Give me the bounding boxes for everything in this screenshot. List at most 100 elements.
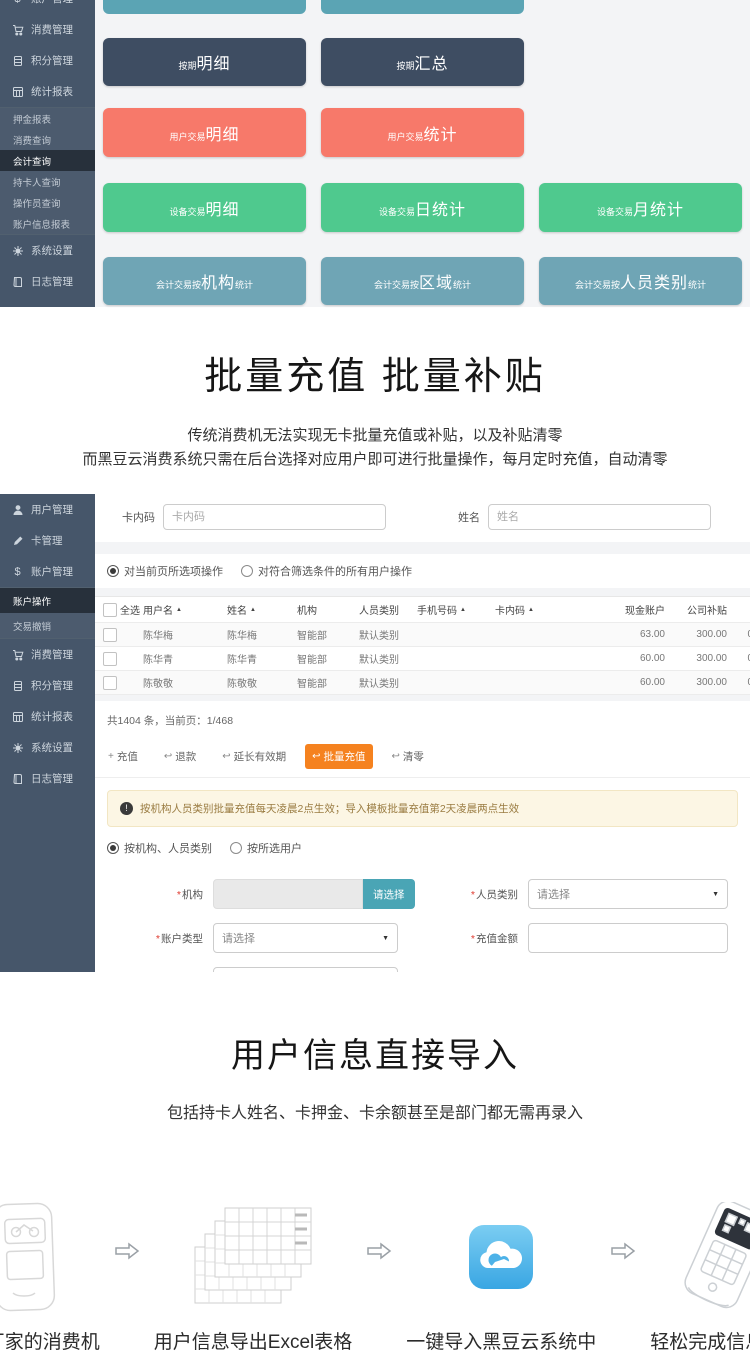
log-icon	[11, 275, 24, 288]
sidebar-item-consume-mgmt[interactable]: 消费管理	[0, 14, 95, 45]
sidebar-item-label: 用户管理	[31, 502, 73, 517]
col-label: 姓名	[227, 602, 247, 617]
row-checkbox[interactable]	[103, 652, 117, 666]
btn-prefix: 会计交易按	[575, 278, 620, 291]
name-input[interactable]	[488, 504, 711, 530]
report-button-user-stats[interactable]: 用户交易统计	[321, 108, 524, 157]
tab-clear-zero[interactable]: ↩清零	[385, 744, 431, 769]
subitem-label: 押金报表	[13, 112, 51, 126]
sidebar-item-points-mgmt[interactable]: 积分管理	[0, 670, 95, 701]
select-all-checkbox[interactable]	[103, 603, 117, 617]
user-table: 全选 用户名▲ 姓名▲ 机构 人员类别 手机号码▲ 卡内码▲ 现金账户 公司补贴…	[95, 596, 750, 695]
required-mark: *	[471, 889, 475, 901]
report-button-device-detail[interactable]: 设备交易明细	[103, 183, 306, 232]
radio-label: 按机构、人员类别	[124, 840, 212, 856]
required-mark: *	[177, 889, 181, 901]
col-card-code[interactable]: 卡内码▲	[493, 602, 603, 617]
flow-caption: 一键导入黑豆云系统中	[406, 1327, 596, 1354]
report-button-user-detail[interactable]: 用户交易明细	[103, 108, 306, 157]
scope-option-current-page[interactable]: 对当前页所选项操作	[107, 563, 223, 579]
report-button-device-daily[interactable]: 设备交易日统计	[321, 183, 524, 232]
person-type-label: *人员类别	[430, 887, 518, 902]
report-button-by-org[interactable]: 会计交易按机构统计	[103, 257, 306, 305]
sidebar-subitem-operator-query[interactable]: 操作员查询	[0, 192, 95, 213]
col-username[interactable]: 用户名▲	[141, 602, 225, 617]
sidebar-submenu-account: 账户操作 交易撤销	[0, 587, 95, 639]
sidebar-item-log-mgmt[interactable]: 日志管理	[0, 266, 95, 297]
amount-input[interactable]	[528, 923, 728, 953]
sidebar-item-user-mgmt[interactable]: 用户管理	[0, 494, 95, 525]
sidebar-item-system-settings[interactable]: 系统设置	[0, 235, 95, 266]
report-button-device-monthly[interactable]: 设备交易月统计	[539, 183, 742, 232]
report-button-period-summary[interactable]: 按期汇总	[321, 38, 524, 86]
report-button-row-device: 设备交易明细 设备交易日统计 设备交易月统计	[103, 183, 742, 232]
tab-refund[interactable]: ↩退款	[157, 744, 203, 769]
sidebar-subitem-account-ops[interactable]: 账户操作	[0, 588, 95, 613]
sidebar-item-system-settings[interactable]: 系统设置	[0, 732, 95, 763]
gear-icon	[11, 244, 24, 257]
row-checkbox[interactable]	[103, 628, 117, 642]
report-button-cut-1[interactable]	[103, 0, 306, 14]
dollar-icon: $	[11, 0, 24, 5]
sort-icon[interactable]: ▲	[176, 607, 182, 613]
form-left-column: *机构 请选择 *账户类型 请选择▼ *每月定时充值 请选择▼	[95, 879, 430, 972]
btn-prefix: 会计交易按	[374, 278, 419, 291]
btn-main: 汇总	[415, 50, 449, 74]
scope-option-all-users[interactable]: 对符合筛选条件的所有用户操作	[241, 563, 412, 579]
monthly-recharge-select[interactable]: 请选择▼	[213, 967, 398, 972]
tab-batch-recharge[interactable]: ↩批量充值	[305, 744, 372, 769]
mode-option-by-selected-users[interactable]: 按所选用户	[230, 840, 302, 856]
label-text: 充值金额	[476, 933, 518, 945]
sidebar-subitem-consume-query[interactable]: 消费查询	[0, 129, 95, 150]
org-picker-input[interactable]	[213, 879, 363, 909]
select-all-cell: 全选	[95, 602, 141, 617]
report-button-by-region[interactable]: 会计交易按区域统计	[321, 257, 524, 305]
tab-recharge[interactable]: +充值	[101, 744, 145, 769]
sort-icon[interactable]: ▲	[528, 607, 534, 613]
sidebar-subitem-cardholder-query[interactable]: 持卡人查询	[0, 171, 95, 192]
person-type-select[interactable]: 请选择▼	[528, 879, 728, 909]
table-row: 陈敬敬 陈敬敬 智能部 默认类别 60.00 300.00 0.00 0.00	[95, 671, 750, 695]
sidebar-item-consume-mgmt[interactable]: 消费管理	[0, 639, 95, 670]
org-picker-button[interactable]: 请选择	[363, 879, 415, 909]
col-label: 人员类别	[359, 602, 399, 617]
account-type-select[interactable]: 请选择▼	[213, 923, 398, 953]
pagination-info: 共1404 条，当前页：1/468	[95, 695, 750, 738]
divider	[95, 588, 750, 596]
report-icon	[11, 85, 24, 98]
report-button-period-detail[interactable]: 按期明细	[103, 38, 306, 86]
sidebar-item-report-stats[interactable]: 统计报表	[0, 701, 95, 732]
sidebar-item-label: 统计报表	[31, 709, 73, 724]
row-checkbox[interactable]	[103, 676, 117, 690]
sidebar-item-account-mgmt[interactable]: $ 账户管理	[0, 556, 95, 587]
btn-main: 月统计	[633, 196, 684, 220]
tab-extend-validity[interactable]: ↩延长有效期	[215, 744, 293, 769]
sort-icon[interactable]: ▲	[250, 607, 256, 613]
col-phone[interactable]: 手机号码▲	[415, 602, 493, 617]
sidebar-item-card-mgmt[interactable]: 卡管理	[0, 525, 95, 556]
section-user-import: 用户信息直接导入 包括持卡人姓名、卡押金、卡余额甚至是部门都无需再录入	[0, 972, 750, 1123]
sidebar-item-label: 账户管理	[31, 0, 73, 6]
sidebar-item-account-mgmt[interactable]: $ 账户管理	[0, 0, 95, 14]
btn-prefix: 用户交易	[169, 130, 205, 143]
flow-caption: 用户信息导出Excel表格	[154, 1327, 352, 1354]
report-button-by-person-type[interactable]: 会计交易按人员类别统计	[539, 257, 742, 305]
report-button-cut-2[interactable]	[321, 0, 524, 14]
sidebar-subitem-deposit-report[interactable]: 押金报表	[0, 108, 95, 129]
sidebar-subitem-accounting-query[interactable]: 会计查询	[0, 150, 95, 171]
sidebar-subitem-account-info-report[interactable]: 账户信息报表	[0, 213, 95, 234]
card-code-input[interactable]	[163, 504, 386, 530]
info-alert: ! 按机构人员类别批量充值每天凌晨2点生效；导入模板批量充值第2天凌晨两点生效	[107, 790, 738, 827]
sidebar-item-label: 积分管理	[31, 678, 73, 693]
mode-option-by-org-type[interactable]: 按机构、人员类别	[107, 840, 212, 856]
col-name[interactable]: 姓名▲	[225, 602, 295, 617]
sidebar-item-points-mgmt[interactable]: 积分管理	[0, 45, 95, 76]
sidebar-item-log-mgmt[interactable]: 日志管理	[0, 763, 95, 794]
sidebar-subitem-trade-cancel[interactable]: 交易撤销	[0, 613, 95, 638]
sidebar-item-report-stats[interactable]: 统计报表	[0, 76, 95, 107]
section-subtitle: 包括持卡人姓名、卡押金、卡余额甚至是部门都无需再录入	[0, 1099, 750, 1123]
plus-icon: +	[108, 751, 114, 762]
sort-icon[interactable]: ▲	[460, 607, 466, 613]
report-screenshot: $ 账户管理 消费管理 积分管理 统计报表 押金报表 消费查询 会计查询 持卡人…	[0, 0, 750, 307]
col-subsidy: 公司补贴	[671, 602, 733, 617]
